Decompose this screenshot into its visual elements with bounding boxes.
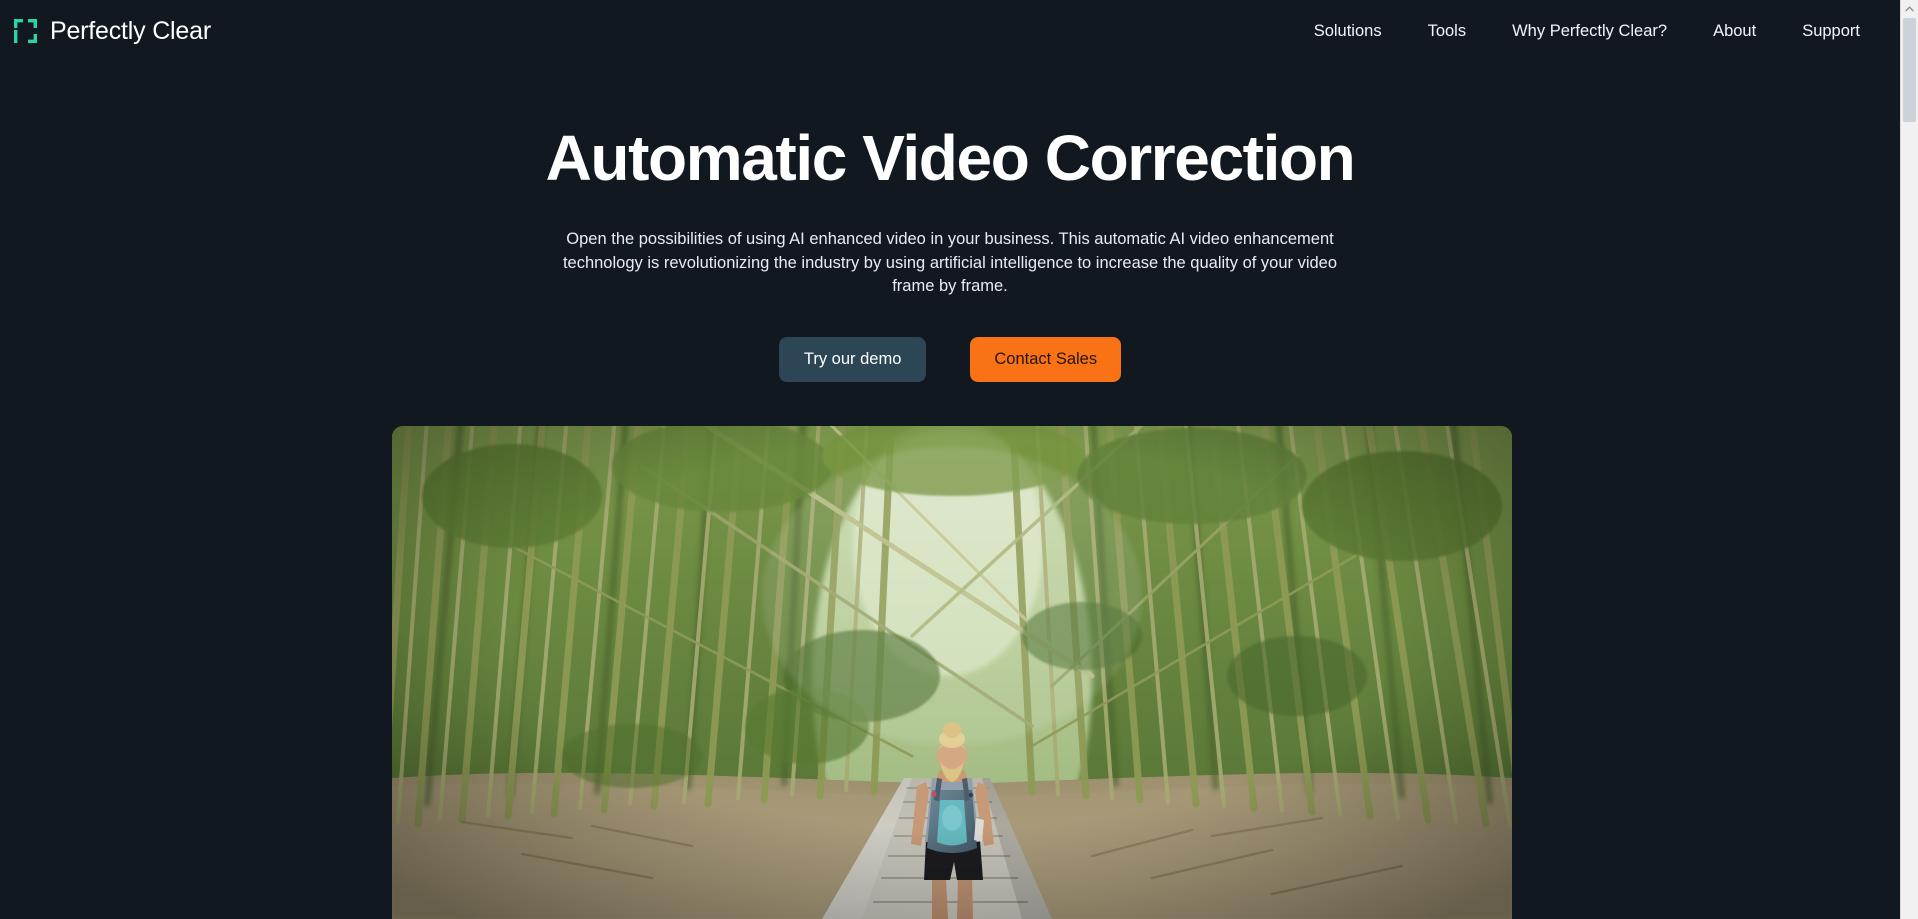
page-scrollbar[interactable] xyxy=(1900,0,1918,919)
page-root: Perfectly Clear Solutions Tools Why Perf… xyxy=(0,0,1918,919)
bracket-frame-icon xyxy=(14,19,40,43)
nav-item-why-perfectly-clear[interactable]: Why Perfectly Clear? xyxy=(1512,22,1667,41)
nav-item-about[interactable]: About xyxy=(1713,22,1756,41)
brand-logo-link[interactable]: Perfectly Clear xyxy=(14,0,211,62)
hero-cta-group: Try our demo Contact Sales xyxy=(0,337,1900,382)
primary-navigation: Solutions Tools Why Perfectly Clear? Abo… xyxy=(1314,22,1882,41)
try-demo-button[interactable]: Try our demo xyxy=(778,337,927,382)
scrollbar-thumb[interactable] xyxy=(1903,18,1916,122)
nav-item-support[interactable]: Support xyxy=(1802,22,1860,41)
brand-name: Perfectly Clear xyxy=(50,16,211,45)
page-title: Automatic Video Correction xyxy=(545,122,1356,194)
nav-item-solutions[interactable]: Solutions xyxy=(1314,22,1382,41)
hero-subtitle: Open the possibilities of using AI enhan… xyxy=(562,230,1338,295)
nav-item-tools[interactable]: Tools xyxy=(1428,22,1467,41)
hero-video[interactable] xyxy=(392,426,1512,919)
contact-sales-button[interactable]: Contact Sales xyxy=(970,337,1122,382)
scroll-up-button[interactable] xyxy=(1901,0,1918,17)
chevron-up-icon xyxy=(1905,5,1914,12)
site-header: Perfectly Clear Solutions Tools Why Perf… xyxy=(0,0,1900,62)
